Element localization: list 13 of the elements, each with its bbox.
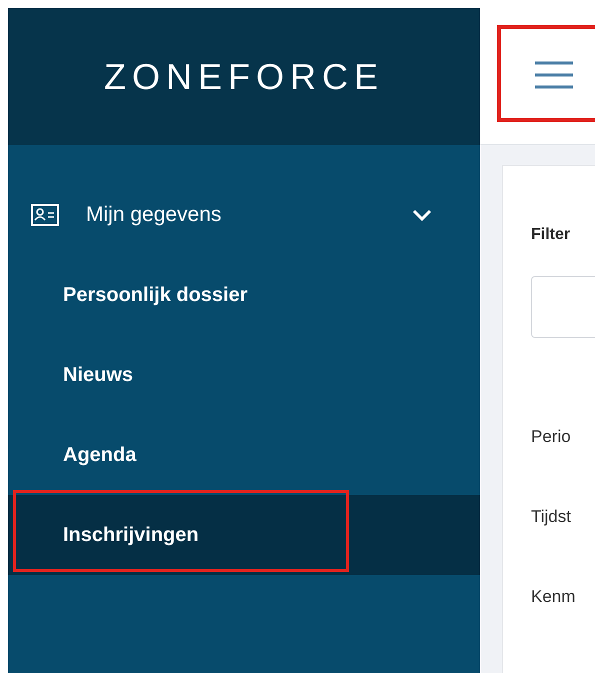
logo: ZONEFORCE [104,56,384,98]
menu-icon [535,60,573,90]
menu-group-header[interactable]: Mijn gegevens [8,175,480,255]
field-label: Kenm [531,586,576,608]
menu-button[interactable] [535,60,573,90]
sidebar-item[interactable]: Persoonlijk dossier [8,255,480,335]
field-label: Tijdst [531,506,572,528]
sidebar-item[interactable]: Nieuws [8,335,480,415]
id-card-icon [31,204,59,226]
card-title: Filter [531,226,570,244]
field-label: Perio [531,426,572,448]
sidebar-item[interactable]: Agenda [8,415,480,495]
chevron-icon [412,209,432,221]
